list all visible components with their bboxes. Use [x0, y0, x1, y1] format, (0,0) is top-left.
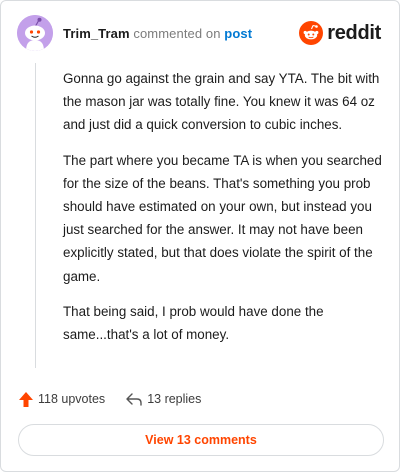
comment-paragraph: Gonna go against the grain and say YTA. … [63, 71, 380, 133]
post-link[interactable]: post [224, 26, 252, 41]
reply-count: 13 replies [147, 392, 202, 406]
reddit-logo-icon [299, 21, 324, 45]
upvote-button[interactable]: 118 upvotes [18, 391, 105, 408]
comment-byline: Trim_Tram commented on post [63, 26, 252, 41]
comment-body: Gonna go against the grain and say YTA. … [63, 67, 385, 358]
thread-line[interactable] [35, 63, 36, 368]
comment-actions: 118 upvotes 13 replies [18, 389, 221, 409]
username-link[interactable]: Trim_Tram [63, 26, 130, 41]
reply-arrow-icon [126, 393, 142, 406]
comment-header: Trim_Tram commented on post reddit [17, 15, 385, 53]
upvote-arrow-icon [19, 391, 33, 407]
comment-paragraph: That being said, I prob would have done … [63, 303, 324, 343]
commented-on-label: commented on [133, 26, 221, 41]
reply-button[interactable]: 13 replies [125, 392, 201, 406]
reddit-wordmark: reddit [327, 21, 381, 44]
snoo-avatar-icon [17, 15, 53, 51]
reddit-brand[interactable]: reddit [299, 19, 381, 47]
upvote-count: 118 upvotes [38, 392, 106, 406]
view-comments-button[interactable]: View 13 comments [18, 424, 384, 456]
comment-paragraph: The part where you became TA is when you… [63, 152, 382, 284]
comment-card: Trim_Tram commented on post reddit Gonna… [0, 0, 400, 472]
avatar[interactable] [17, 15, 53, 51]
